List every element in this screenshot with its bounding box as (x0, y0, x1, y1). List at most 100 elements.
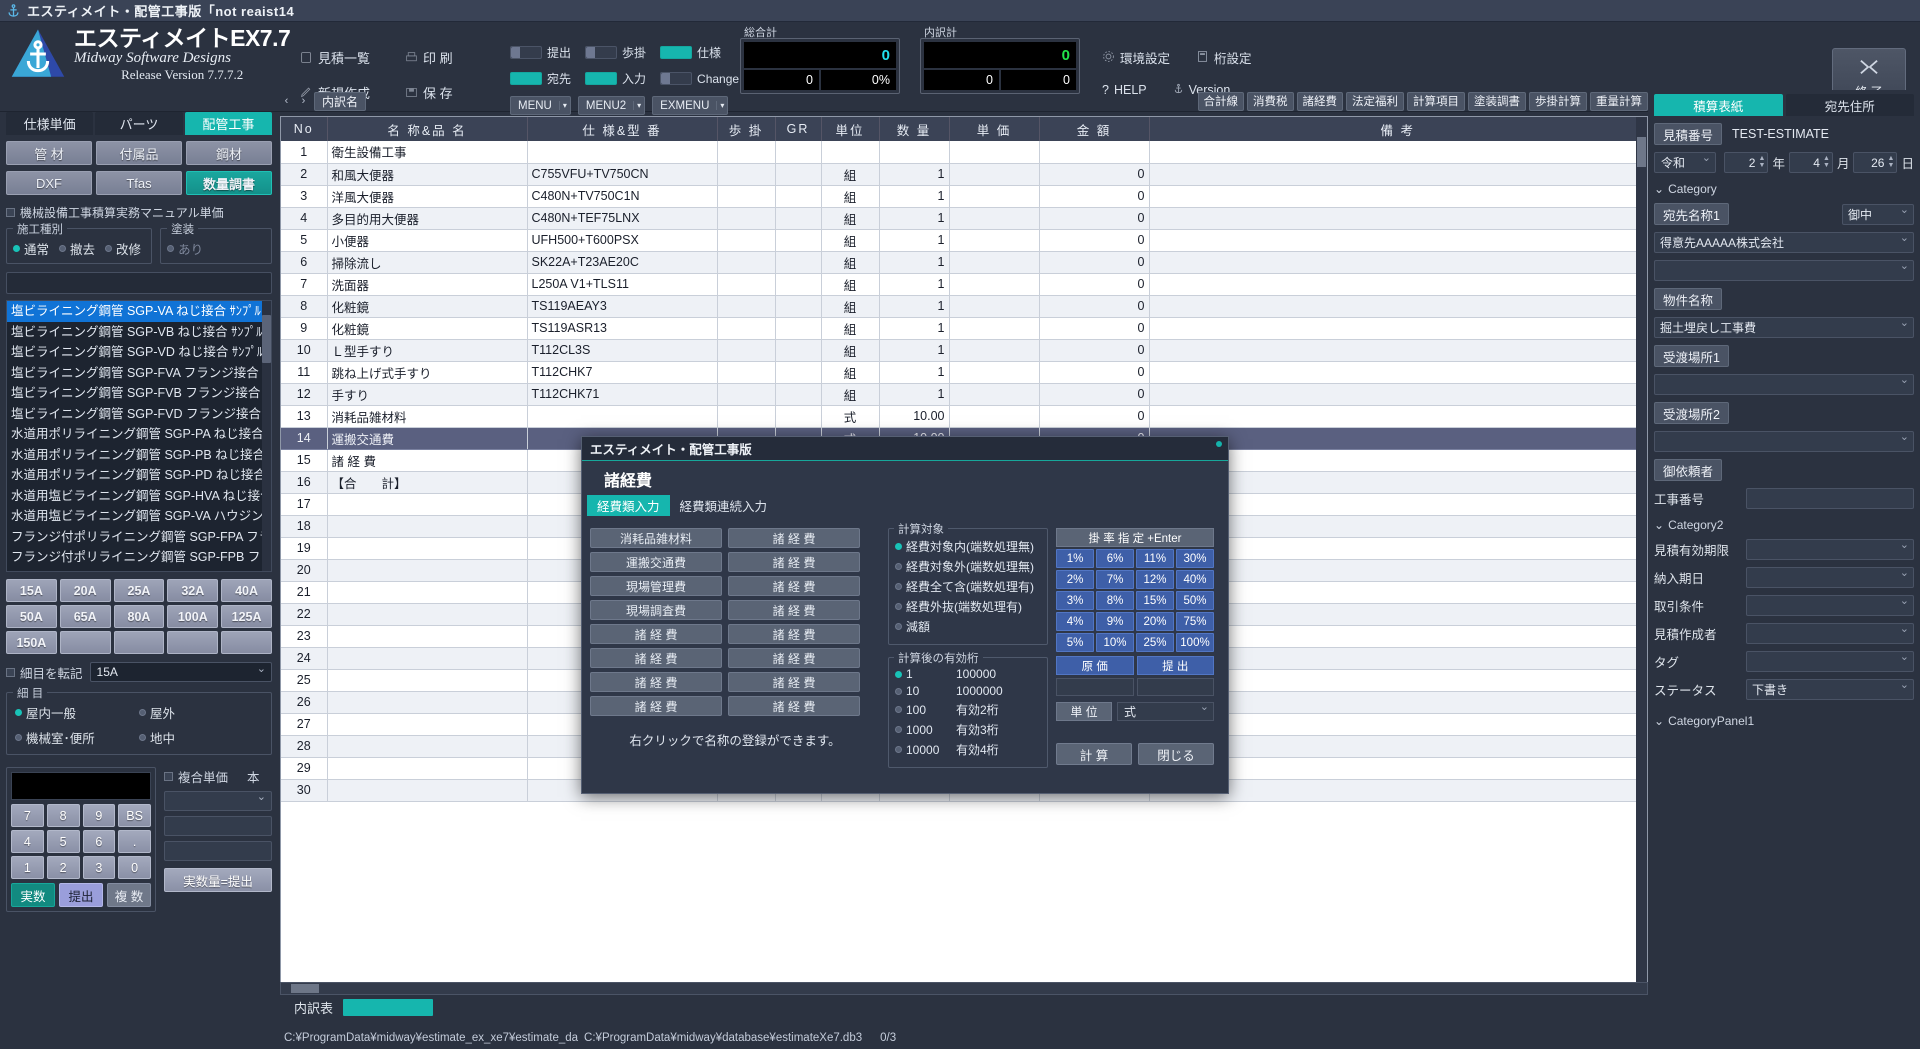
keypad-key[interactable]: 7 (11, 804, 44, 827)
table-cell-qty[interactable]: 1 (879, 273, 950, 296)
bukken-name-button[interactable]: 物件名称 (1654, 288, 1723, 310)
rate-button[interactable]: 8% (1096, 591, 1134, 610)
calc-target-radio[interactable]: 経費全て含(端数処理有) (895, 578, 1041, 595)
list-item[interactable]: 水道用塩ビライニング鋼管 SGP-VA ハウジング (7, 506, 271, 527)
keypad-display[interactable] (11, 772, 151, 800)
calc-target-radio[interactable]: 経費外抜(端数処理有) (895, 598, 1041, 615)
table-cell-gr[interactable] (775, 207, 822, 230)
table-cell-spec[interactable]: L250A V1+TLS11 (527, 273, 718, 296)
table-row[interactable]: 13 消耗品雑材料 式 10.00 0 (281, 405, 1647, 428)
calc-target-radio[interactable]: 経費対象内(端数処理無) (895, 538, 1041, 555)
table-cell-unit[interactable]: 組 (821, 295, 880, 318)
chevron-down-icon[interactable]: ⌄ (1654, 518, 1664, 532)
table-cell-unit[interactable]: 組 (821, 361, 880, 384)
table-row[interactable]: 2 和風大便器 C755VFU+TV750CN 組 1 0 (281, 163, 1647, 186)
rate-button[interactable]: 15% (1136, 591, 1174, 610)
cost-price-field[interactable] (1056, 678, 1134, 696)
table-cell-spec[interactable] (527, 141, 718, 164)
table-cell-price[interactable] (949, 295, 1040, 318)
table-cell-qty[interactable]: 1 (879, 251, 950, 274)
toggle-change[interactable]: Change (660, 72, 739, 86)
table-cell-note[interactable] (1149, 207, 1647, 230)
table-cell-no[interactable]: 16 (281, 471, 328, 494)
table-cell-amount[interactable]: 0 (1039, 361, 1150, 384)
table-cell-name[interactable] (327, 713, 528, 736)
worknumber-field[interactable] (1746, 488, 1914, 509)
radio-kikaishitsu-benjo[interactable]: 機械室･便所 (15, 728, 139, 747)
table-cell-qty[interactable]: 1 (879, 207, 950, 230)
toolbar-button[interactable]: 重量計算 (1590, 91, 1648, 111)
table-cell-unit[interactable]: 組 (821, 229, 880, 252)
table-cell-qty[interactable]: 1 (879, 383, 950, 406)
keypad-key[interactable]: 8 (46, 804, 80, 827)
table-cell-no[interactable]: 23 (281, 625, 328, 648)
size-button[interactable]: 150A (6, 631, 57, 654)
keypad-key[interactable]: 1 (11, 856, 44, 879)
size-button[interactable]: 100A (167, 605, 219, 628)
table-cell-name[interactable]: 跳ね上げ式手すり (327, 361, 528, 384)
keypad-key[interactable]: 3 (82, 856, 116, 879)
transfer-select[interactable]: 15A (89, 662, 272, 682)
year-input[interactable]: 2 ▲ ▼ (1724, 152, 1769, 173)
right-field-input[interactable] (1746, 566, 1914, 588)
radio-kaishuu[interactable]: 改修 (105, 239, 141, 258)
table-cell-amount[interactable]: 0 (1039, 317, 1150, 340)
table-cell-name[interactable] (327, 581, 528, 604)
actual-quantity-button[interactable]: 実数量=提出 (164, 868, 272, 892)
tab-atesaki-juusho[interactable]: 宛先住所 (1785, 94, 1914, 116)
breakdown-accent-chip[interactable] (343, 998, 434, 1016)
table-cell-no[interactable]: 21 (281, 581, 328, 604)
table-row[interactable]: 6 掃除流し SK22A+T23AE20C 組 1 0 (281, 251, 1647, 274)
table-cell-buga[interactable] (717, 339, 776, 362)
table-cell-no[interactable]: 24 (281, 647, 328, 670)
radio-tsujou[interactable]: 通常 (13, 239, 49, 258)
table-cell-no[interactable]: 9 (281, 317, 328, 340)
button-kouzai[interactable]: 鋼材 (186, 141, 272, 165)
table-cell-qty[interactable]: 1 (879, 229, 950, 252)
table-cell-no[interactable]: 2 (281, 163, 328, 186)
list-item[interactable]: 水道用塩ビライニング鋼管 SGP-HVA ねじ接合 (7, 486, 271, 507)
size-button[interactable]: 125A (221, 605, 272, 628)
table-cell-name[interactable] (327, 735, 528, 758)
table-cell-name[interactable]: 諸 経 費 (327, 449, 528, 472)
table-column-header[interactable]: 仕 様&型 番 (527, 117, 718, 141)
place2-value-field[interactable] (1654, 430, 1914, 452)
place2-button[interactable]: 受渡場所2 (1654, 402, 1729, 424)
table-cell-no[interactable]: 11 (281, 361, 328, 384)
table-cell-unit[interactable]: 組 (821, 207, 880, 230)
table-cell-spec[interactable]: TS119ASR13 (527, 317, 718, 340)
rate-button[interactable]: 11% (1136, 549, 1174, 568)
table-cell-gr[interactable] (775, 295, 822, 318)
table-cell-no[interactable]: 20 (281, 559, 328, 582)
keypad-key[interactable]: 6 (82, 830, 116, 853)
checkbox-icon[interactable] (6, 667, 15, 677)
keypad-key[interactable]: 0 (118, 856, 151, 879)
rate-button[interactable]: 6% (1096, 549, 1134, 568)
table-cell-qty[interactable]: 1 (879, 163, 950, 186)
list-item[interactable]: 塩ビライニング鋼管 SGP-FVB フランジ接合 ｻ (7, 383, 271, 404)
table-cell-gr[interactable] (775, 405, 822, 428)
table-cell-spec[interactable]: SK22A+T23AE20C (527, 251, 718, 274)
size-button[interactable]: 50A (6, 605, 57, 628)
table-cell-amount[interactable]: 0 (1039, 163, 1150, 186)
atena-name-button[interactable]: 宛先名称1 (1654, 203, 1729, 225)
table-row[interactable]: 8 化粧鏡 TS119AEAY3 組 1 0 (281, 295, 1647, 318)
table-row[interactable]: 9 化粧鏡 TS119ASR13 組 1 0 (281, 317, 1647, 340)
list-item[interactable]: 塩ビライニング鋼管 SGP-FVA フランジ接合 ｻ (7, 363, 271, 384)
material-search-input[interactable] (6, 272, 272, 294)
table-cell-name[interactable] (327, 515, 528, 538)
table-cell-no[interactable]: 18 (281, 515, 328, 538)
unit-select[interactable]: 式 (1117, 700, 1214, 721)
table-column-header[interactable]: 歩 掛 (717, 117, 776, 141)
table-cell-buga[interactable] (717, 273, 776, 296)
toggle-switch[interactable] (585, 72, 618, 85)
table-cell-spec[interactable]: T112CL3S (527, 339, 718, 362)
era-select[interactable]: 令和 (1654, 151, 1716, 173)
table-cell-name[interactable]: 消耗品雑材料 (327, 405, 528, 428)
table-cell-buga[interactable] (717, 317, 776, 340)
rate-button[interactable]: 25% (1136, 633, 1174, 652)
list-item[interactable]: フランジ付ポリライニング鋼管 SGP-FPA フラ (7, 527, 271, 548)
table-cell-name[interactable]: 洋風大便器 (327, 185, 528, 208)
expense-type-button[interactable]: 諸 経 費 (590, 648, 722, 668)
expense-type-button[interactable]: 諸 経 費 (728, 600, 860, 620)
